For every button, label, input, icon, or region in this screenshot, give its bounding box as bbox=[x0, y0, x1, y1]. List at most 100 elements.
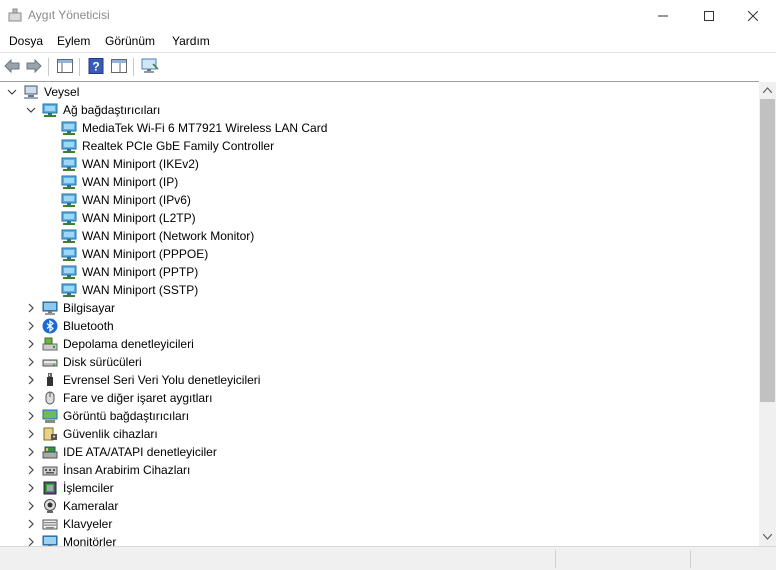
scan-hardware-changes-button[interactable] bbox=[140, 56, 160, 76]
tree-device-item[interactable]: WAN Miniport (PPTP) bbox=[61, 263, 198, 281]
tree-device-item[interactable]: WAN Miniport (Network Monitor) bbox=[61, 227, 254, 245]
chevron-down-icon[interactable] bbox=[26, 105, 36, 115]
tree-category-item[interactable]: Fare ve diğer işaret aygıtları bbox=[42, 389, 212, 407]
tree-category-item[interactable]: Görüntü bağdaştırıcıları bbox=[42, 407, 189, 425]
tree-category-item[interactable]: Klavyeler bbox=[42, 515, 112, 533]
chevron-right-icon[interactable] bbox=[26, 501, 36, 511]
tree-category-item[interactable]: Güvenlik cihazları bbox=[42, 425, 158, 443]
network-adapter-icon bbox=[61, 157, 77, 171]
network-adapter-icon bbox=[61, 283, 77, 297]
tree-item-label: MediaTek Wi-Fi 6 MT7921 Wireless LAN Car… bbox=[82, 121, 328, 135]
tree-item-label: Klavyeler bbox=[63, 517, 113, 531]
tree-device-item[interactable]: WAN Miniport (IKEv2) bbox=[61, 155, 199, 173]
chevron-right-icon[interactable] bbox=[26, 447, 36, 457]
chevron-right-icon[interactable] bbox=[26, 483, 36, 493]
tree-category-item[interactable]: Evrensel Seri Veri Yolu denetleyicileri bbox=[42, 371, 260, 389]
chevron-right-icon[interactable] bbox=[26, 375, 36, 385]
display-adapter-icon bbox=[42, 409, 58, 423]
tree-item-label: Disk sürücüleri bbox=[63, 355, 142, 369]
security-device-icon bbox=[43, 427, 57, 441]
tree-item-label: Güvenlik cihazları bbox=[63, 427, 158, 441]
back-button[interactable] bbox=[2, 56, 22, 76]
disk-drive-icon bbox=[42, 359, 58, 367]
usb-icon bbox=[47, 373, 53, 386]
help-icon: ? bbox=[88, 58, 104, 74]
mouse-icon bbox=[45, 391, 55, 405]
tree-category-item[interactable]: Disk sürücüleri bbox=[42, 353, 142, 371]
chevron-right-icon[interactable] bbox=[26, 465, 36, 475]
minimize-icon bbox=[658, 15, 668, 16]
tree-category-network-adapters[interactable]: Ağ bağdaştırıcıları bbox=[42, 101, 160, 119]
storage-controller-icon bbox=[42, 337, 58, 351]
arrow-left-icon bbox=[4, 59, 20, 73]
menu-file[interactable]: Dosya bbox=[9, 34, 43, 48]
chevron-right-icon[interactable] bbox=[26, 393, 36, 403]
maximize-button[interactable] bbox=[686, 0, 732, 31]
menu-action[interactable]: Eylem bbox=[57, 34, 90, 48]
network-adapter-icon bbox=[61, 121, 77, 135]
network-adapter-icon bbox=[61, 193, 77, 207]
tree-device-item[interactable]: WAN Miniport (L2TP) bbox=[61, 209, 196, 227]
chevron-right-icon[interactable] bbox=[26, 303, 36, 313]
tree-device-item[interactable]: WAN Miniport (IP) bbox=[61, 173, 178, 191]
tree-item-label: Veysel bbox=[44, 85, 80, 99]
device-manager-app-icon bbox=[8, 8, 22, 22]
chevron-right-icon[interactable] bbox=[26, 429, 36, 439]
tree-item-label: Ağ bağdaştırıcıları bbox=[63, 103, 161, 117]
svg-text:?: ? bbox=[92, 60, 99, 74]
tree-device-item[interactable]: WAN Miniport (SSTP) bbox=[61, 281, 198, 299]
help-button[interactable]: ? bbox=[86, 56, 106, 76]
close-button[interactable] bbox=[730, 0, 776, 31]
properties-button[interactable] bbox=[109, 56, 129, 76]
vertical-scrollbar[interactable] bbox=[759, 82, 776, 546]
tree-device-item[interactable]: WAN Miniport (PPPOE) bbox=[61, 245, 208, 263]
chevron-down-icon[interactable] bbox=[7, 87, 17, 97]
tree-category-item[interactable]: Bilgisayar bbox=[42, 299, 115, 317]
tree-category-item[interactable]: Bluetooth bbox=[42, 317, 114, 335]
tree-category-item[interactable]: Depolama denetleyicileri bbox=[42, 335, 194, 353]
tree-device-item[interactable]: Realtek PCIe GbE Family Controller bbox=[61, 137, 274, 155]
ide-controller-icon bbox=[42, 446, 58, 459]
toolbar: ? bbox=[0, 52, 776, 80]
scroll-up-icon[interactable] bbox=[763, 87, 772, 93]
computer-root-icon bbox=[24, 85, 38, 99]
menu-view[interactable]: Görünüm bbox=[105, 34, 155, 48]
minimize-button[interactable] bbox=[640, 0, 686, 31]
scan-monitor-icon bbox=[141, 58, 159, 73]
tree-category-item[interactable]: IDE ATA/ATAPI denetleyiciler bbox=[42, 443, 217, 461]
tree-item-label: İşlemciler bbox=[63, 481, 114, 495]
chevron-right-icon[interactable] bbox=[26, 357, 36, 367]
scroll-down-icon[interactable] bbox=[763, 534, 772, 540]
tree-device-item[interactable]: WAN Miniport (IPv6) bbox=[61, 191, 191, 209]
forward-button[interactable] bbox=[24, 56, 44, 76]
tree-category-item[interactable]: İnsan Arabirim Cihazları bbox=[42, 461, 190, 479]
tree-item-label: WAN Miniport (Network Monitor) bbox=[82, 229, 255, 243]
menu-help[interactable]: Yardım bbox=[172, 34, 210, 48]
network-adapter-icon bbox=[61, 229, 77, 243]
menu-bar: Dosya Eylem Görünüm Yardım bbox=[0, 31, 776, 52]
close-icon bbox=[748, 10, 758, 21]
device-tree[interactable]: Veysel Ağ bağdaştırıcıları MediaTek Wi-Fi … bbox=[0, 81, 759, 547]
tree-root-computer[interactable]: Veysel bbox=[23, 83, 79, 101]
network-adapter-icon bbox=[61, 265, 77, 279]
show-hide-console-tree-button[interactable] bbox=[55, 56, 75, 76]
maximize-icon bbox=[704, 10, 714, 21]
bluetooth-icon bbox=[42, 318, 58, 334]
tree-item-label: Realtek PCIe GbE Family Controller bbox=[82, 139, 275, 153]
scrollbar-thumb[interactable] bbox=[760, 99, 775, 402]
camera-icon bbox=[44, 499, 56, 513]
tree-category-item[interactable]: İşlemciler bbox=[42, 479, 114, 497]
chevron-right-icon[interactable] bbox=[26, 339, 36, 349]
arrow-right-icon bbox=[26, 59, 42, 73]
tree-category-item[interactable]: Kameralar bbox=[42, 497, 118, 515]
processor-icon bbox=[43, 481, 57, 495]
chevron-right-icon[interactable] bbox=[26, 321, 36, 331]
tree-item-label: Bilgisayar bbox=[63, 301, 116, 315]
tree-category-item[interactable]: Monitörler bbox=[42, 533, 116, 547]
tree-item-label: WAN Miniport (IP) bbox=[82, 175, 179, 189]
chevron-right-icon[interactable] bbox=[26, 411, 36, 421]
tree-device-item[interactable]: MediaTek Wi-Fi 6 MT7921 Wireless LAN Car… bbox=[61, 119, 327, 137]
network-adapter-icon bbox=[61, 211, 77, 225]
network-adapter-icon bbox=[61, 139, 77, 153]
chevron-right-icon[interactable] bbox=[26, 519, 36, 529]
